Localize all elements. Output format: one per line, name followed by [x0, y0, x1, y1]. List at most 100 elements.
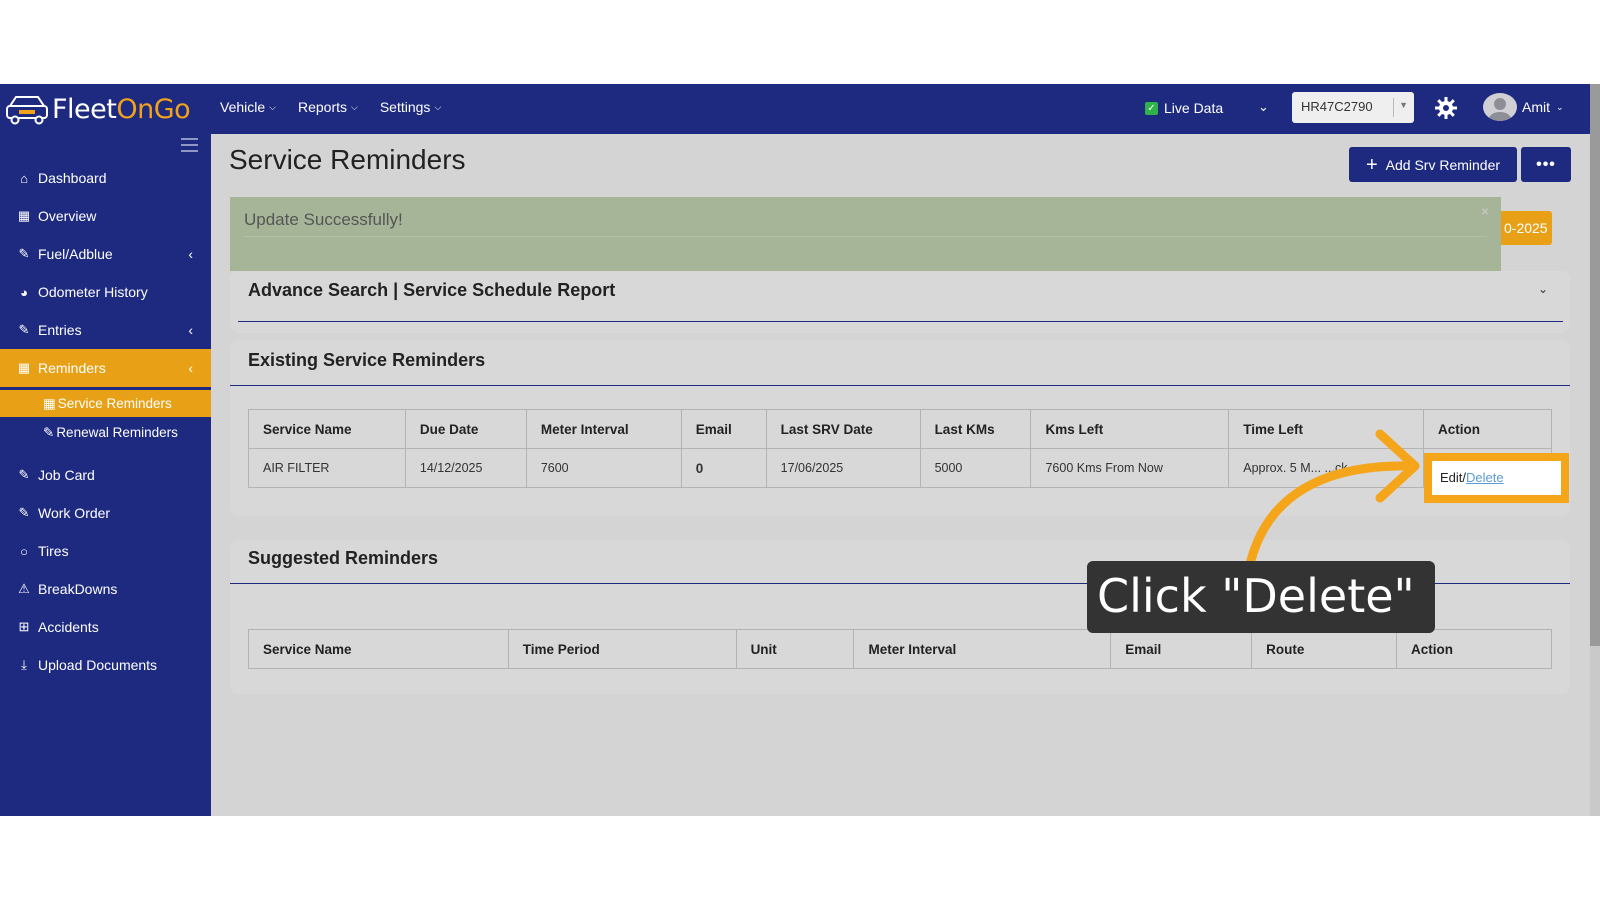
sidebar-item-entries[interactable]: ✎ Entries ‹: [0, 311, 211, 349]
column-header[interactable]: Meter Interval: [525, 409, 682, 449]
vehicle-select[interactable]: HR47C2790 ▼: [1292, 92, 1414, 123]
column-header[interactable]: Email: [680, 409, 767, 449]
user-name: Amit: [1522, 99, 1550, 115]
app-window: FleetOnGo Vehicle ⌵ Reports ⌵ Settings ⌵ ✓ …: [0, 84, 1600, 816]
cell-kms-left: 7600 Kms From Now: [1030, 448, 1230, 488]
main-nav: Vehicle ⌵ Reports ⌵ Settings ⌵: [220, 99, 441, 115]
sidebar-item-reminders[interactable]: ▦ Reminders ‹: [0, 349, 211, 387]
sidebar-subitem-service-reminders[interactable]: ▦ Service Reminders: [0, 390, 211, 417]
sidebar: ⌂ Dashboard ▦ Overview ✎ Fuel/Adblue ‹ ◕ Odom…: [0, 134, 211, 816]
sidebar-item-accidents[interactable]: ⊞ Accidents: [0, 608, 211, 646]
sidebar-item-odometer-history[interactable]: ◕ Odometer History: [0, 273, 211, 311]
scrollbar-thumb[interactable]: [1590, 84, 1600, 646]
logo-text-fleet: Fleet: [52, 93, 117, 125]
cell-service-name: AIR FILTER: [248, 448, 406, 488]
vehicle-select-value: HR47C2790: [1301, 99, 1373, 114]
tutorial-tooltip: Click "Delete": [1087, 561, 1435, 633]
column-header[interactable]: Time Period: [507, 629, 737, 669]
advance-search-title[interactable]: Advance Search | Service Schedule Report: [248, 280, 615, 301]
sidebar-item-label: Accidents: [38, 619, 99, 635]
column-header: Action: [1423, 409, 1552, 449]
calendar-icon: ▦: [17, 360, 31, 375]
column-header[interactable]: Last KMs: [919, 409, 1032, 449]
sidebar-item-overview[interactable]: ▦ Overview: [0, 197, 211, 235]
alert-divider: [244, 236, 1487, 237]
logo-text: FleetOnGo: [52, 93, 191, 125]
column-header[interactable]: Due Date: [404, 409, 527, 449]
chevron-down-icon[interactable]: ⌄: [1258, 99, 1269, 115]
chevron-down-icon[interactable]: ⌄: [1538, 282, 1548, 296]
column-header[interactable]: Unit: [735, 629, 855, 669]
sidebar-item-work-order[interactable]: ✎ Work Order: [0, 494, 211, 532]
alert-message: Update Successfully!: [244, 210, 403, 229]
sidebar-subitem-label: Service Reminders: [57, 396, 172, 411]
column-header[interactable]: Service Name: [248, 629, 509, 669]
gear-icon[interactable]: [1434, 96, 1458, 120]
chevron-down-icon: ⌵: [434, 101, 442, 112]
sidebar-item-label: Reminders: [38, 360, 106, 376]
cell-last-kms: 5000: [919, 448, 1032, 488]
sidebar-item-dashboard[interactable]: ⌂ Dashboard: [0, 159, 211, 197]
checkbox-checked-icon[interactable]: ✓: [1145, 101, 1158, 115]
delete-link[interactable]: Delete: [1466, 470, 1504, 485]
download-icon: ⤓: [21, 657, 27, 672]
column-header[interactable]: Kms Left: [1030, 409, 1230, 449]
sidebar-item-tires[interactable]: ○ Tires: [0, 532, 211, 570]
avatar[interactable]: [1483, 93, 1517, 121]
sidebar-item-job-card[interactable]: ✎ Job Card: [0, 456, 211, 494]
sidebar-item-fuel-adblue[interactable]: ✎ Fuel/Adblue ‹: [0, 235, 211, 273]
column-header[interactable]: Meter Interval: [853, 629, 1112, 669]
page-title: Service Reminders: [229, 144, 466, 175]
sidebar-item-label: Dashboard: [38, 170, 107, 186]
sidebar-item-label: Overview: [38, 208, 97, 224]
nav-reports-label: Reports: [297, 99, 348, 115]
cell-meter-interval: 7600: [525, 448, 682, 488]
chevron-down-icon: ⌄: [1556, 101, 1564, 112]
nav-vehicle-label: Vehicle: [220, 99, 266, 115]
nav-vehicle[interactable]: Vehicle ⌵: [220, 99, 276, 115]
table-header-row: Service Name Time Period Unit Meter Inte…: [248, 629, 1552, 669]
nav-reports[interactable]: Reports ⌵: [298, 99, 358, 115]
nav-settings[interactable]: Settings ⌵: [380, 99, 441, 115]
plus-square-icon: ⊞: [18, 619, 30, 634]
truck-logo-icon: [6, 96, 48, 125]
warning-icon: ⚠: [18, 581, 30, 596]
sidebar-item-upload-documents[interactable]: ⤓ Upload Documents: [0, 646, 211, 684]
edit-link[interactable]: Edit: [1440, 470, 1462, 485]
column-header[interactable]: Service Name: [248, 409, 406, 449]
grid-icon: ▦: [17, 208, 31, 223]
column-header[interactable]: Last SRV Date: [765, 409, 921, 449]
chevron-left-icon: ‹: [188, 360, 193, 376]
user-menu[interactable]: Amit ⌄: [1522, 99, 1564, 115]
circle-icon: ○: [20, 543, 28, 559]
suggested-reminders-table: Service Name Time Period Unit Meter Inte…: [248, 629, 1552, 669]
card-divider: [238, 321, 1563, 322]
home-icon: ⌂: [20, 170, 28, 186]
hamburger-menu-icon[interactable]: [181, 138, 198, 156]
fleetongo-logo[interactable]: FleetOnGo: [4, 91, 191, 127]
column-header[interactable]: Route: [1251, 629, 1398, 669]
column-header[interactable]: Email: [1110, 629, 1253, 669]
more-options-button[interactable]: •••: [1521, 147, 1571, 182]
sidebar-item-label: Job Card: [38, 467, 95, 483]
live-data-toggle[interactable]: ✓ Live Data: [1145, 100, 1223, 116]
sidebar-subitem-label: Renewal Reminders: [56, 425, 178, 440]
add-srv-reminder-button[interactable]: + Add Srv Reminder: [1349, 147, 1517, 182]
cell-due-date: 14/12/2025: [404, 448, 527, 488]
sidebar-item-label: BreakDowns: [38, 581, 118, 597]
close-icon[interactable]: ×: [1481, 203, 1489, 219]
nav-settings-label: Settings: [379, 99, 431, 115]
edit-icon: ✎: [43, 424, 55, 440]
sidebar-item-breakdowns[interactable]: ⚠ BreakDowns: [0, 570, 211, 608]
tutorial-arrow-icon: [1243, 429, 1420, 579]
cell-last-srv-date: 17/06/2025: [765, 448, 921, 488]
action-cell-highlight: Edit/Delete: [1424, 453, 1569, 503]
add-srv-reminder-label: Add Srv Reminder: [1385, 156, 1501, 173]
sidebar-subitem-renewal-reminders[interactable]: ✎ Renewal Reminders: [0, 419, 211, 446]
live-data-label: Live Data: [1164, 100, 1224, 116]
page-scrollbar[interactable]: [1590, 84, 1600, 816]
sidebar-item-label: Odometer History: [38, 284, 148, 300]
gauge-icon: ◕: [20, 284, 28, 300]
select-divider: [1393, 98, 1394, 117]
existing-reminders-title: Existing Service Reminders: [248, 350, 486, 370]
